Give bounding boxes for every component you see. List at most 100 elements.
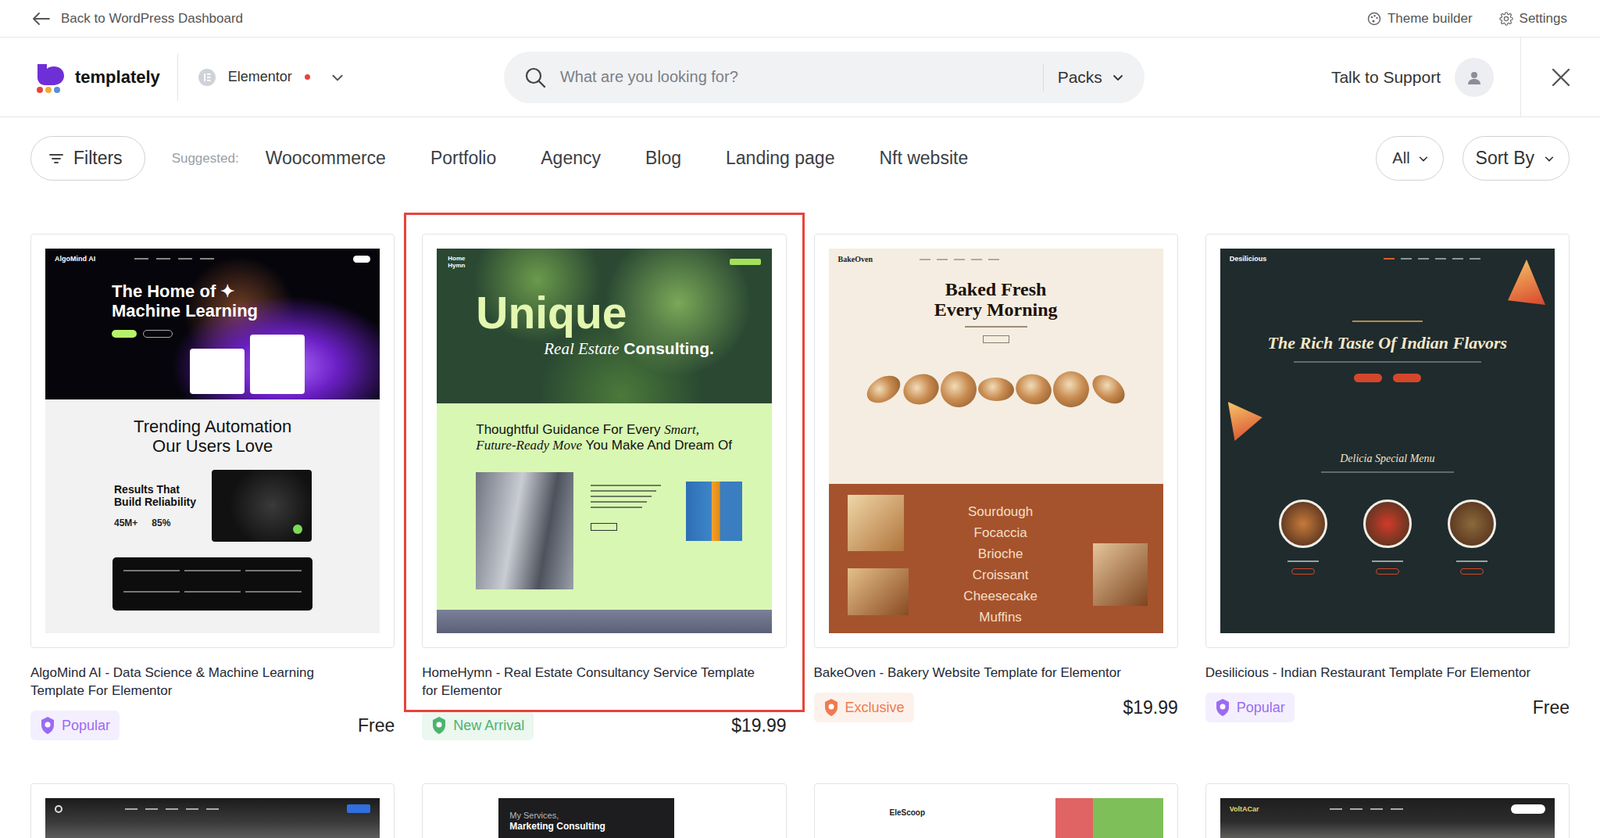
back-link[interactable]: Back to WordPress Dashboard [32,10,243,27]
card-frame: AlgoMind AI The Home of ✦Machine Learning… [30,233,395,700]
user-avatar[interactable] [1454,57,1494,97]
template-badge: Popular [1205,692,1295,722]
brand-logo[interactable]: templately [32,60,161,94]
car-page: VoltACar [1220,797,1555,838]
template-preview[interactable]: Home HymnUniqueReal Estate Consulting.Th… [436,248,772,633]
template-card[interactable]: My Services,Marketing Consulting [421,782,786,838]
top-bar: Back to WordPress Dashboard Theme builder… [0,0,1600,38]
template-card[interactable]: VoltACar [1205,782,1570,838]
close-button[interactable] [1520,37,1600,117]
preview-box[interactable]: AlgoMind AI The Home of ✦Machine Learning… [30,233,395,648]
template-price: $19.99 [1122,696,1178,718]
template-title[interactable]: HomeHymn - Real Estate Consultancy Servi… [421,663,758,700]
close-icon [1550,67,1572,88]
preview-box[interactable]: VoltACar [1205,782,1570,838]
body-part: You Make And Dream Of [582,437,733,453]
template-preview[interactable]: My Services,Marketing Consulting [436,797,772,838]
template-preview[interactable]: DesiliciousThe Rich Taste Of Indian Flav… [1220,248,1555,633]
preview-box[interactable] [30,782,395,838]
template-preview[interactable]: BakeOvenBaked FreshEvery MorningSourdoug… [828,248,1164,633]
template-preview[interactable]: AlgoMind AI The Home of ✦Machine Learning… [45,248,380,633]
site-brand: AlgoMind AI [54,254,96,263]
brand-name[interactable]: templately [75,67,161,88]
menu-item: Focaccia [963,521,1038,543]
body-part: Thoughtful Guidance For Every [475,421,665,437]
type-value[interactable]: All [1392,149,1410,168]
badge-icon [431,715,447,735]
highlight-box [403,212,804,712]
subhead-part: Consulting. [618,339,714,358]
search-scope[interactable]: Packs [1057,67,1103,87]
body-part: Future-Ready Move [475,437,583,453]
search-input[interactable] [558,67,1043,87]
type-select[interactable]: All [1375,135,1443,181]
template-card[interactable] [30,782,395,838]
site-nav: AlgoMind AI [54,254,371,263]
badge-icon [39,715,56,735]
settings-link[interactable]: Settings [1519,10,1568,27]
preview-box[interactable]: DesiliciousThe Rich Taste Of Indian Flav… [1205,233,1570,648]
filters-button[interactable]: Filters [30,135,146,181]
search-bar[interactable]: Packs [503,51,1145,104]
hero-line: Marketing Consulting [509,820,664,832]
card-frame: BakeOvenBaked FreshEvery MorningSourdoug… [814,233,1179,682]
body-part: Smart, [664,421,703,437]
template-card[interactable]: Home HymnUniqueReal Estate Consulting.Th… [421,233,786,740]
site-brand: VoltACar [1229,804,1260,813]
template-card[interactable]: AlgoMind AI The Home of ✦Machine Learning… [30,233,395,740]
preview-box[interactable]: Home HymnUniqueReal Estate Consulting.Th… [421,233,786,648]
feature-section: Trending AutomationOur Users LoveResults… [45,399,380,633]
template-price: Free [357,714,395,736]
event-page [45,797,380,838]
sort-select[interactable]: Sort By [1462,135,1570,181]
filters-label[interactable]: Filters [73,147,123,169]
restaurant-page: DesiliciousThe Rich Taste Of Indian Flav… [1220,248,1555,633]
hero-banner: AlgoMind AI The Home of ✦Machine Learning [45,248,380,400]
template-title[interactable]: AlgoMind AI - Data Science & Machine Lea… [30,663,367,700]
filter-icon [48,152,65,165]
suggested-tag[interactable]: Woocommerce [265,147,386,169]
suggested-tag[interactable]: Nft website [878,147,968,169]
preview-box[interactable]: EleScoop [814,782,1179,838]
template-card[interactable]: DesiliciousThe Rich Taste Of Indian Flav… [1205,233,1570,722]
header-actions: Talk to Support [1331,37,1600,117]
template-card[interactable]: BakeOvenBaked FreshEvery MorningSourdoug… [814,233,1179,722]
section-title: Trending Automation [133,416,292,436]
chevron-down-icon [1543,153,1555,165]
stat-value: 85% [151,517,171,529]
search-divider [1042,63,1044,92]
suggested-tag[interactable]: Blog [645,147,682,169]
suggested-label: Suggested: [171,150,240,167]
builder-name[interactable]: Elementor [228,68,293,86]
chevron-down-icon [1417,153,1429,165]
badge-label: Popular [61,717,111,734]
template-title[interactable]: Desilicious - Indian Restaurant Template… [1205,663,1542,682]
back-label[interactable]: Back to WordPress Dashboard [60,10,243,27]
preview-box[interactable]: My Services,Marketing Consulting [421,782,786,838]
suggested-tag[interactable]: Portfolio [430,147,497,169]
talk-to-support[interactable]: Talk to Support [1331,67,1441,87]
headline-line: Every Morning [934,299,1058,320]
magazine-page: EleScoop [828,797,1164,838]
preview-image [211,469,312,542]
template-card[interactable]: EleScoop [814,782,1179,838]
builder-select[interactable]: Elementor [198,68,345,86]
suggested-tag[interactable]: Agency [540,147,601,169]
card-meta: Exclusive$19.99 [814,692,1179,722]
template-preview[interactable]: EleScoop [828,797,1164,838]
badge-icon [1214,697,1231,717]
suggested-tag[interactable]: Landing page [725,147,835,169]
hero-headline: The Home of ✦Machine Learning [111,281,371,321]
template-price: $19.99 [731,714,786,736]
sort-value[interactable]: Sort By [1475,147,1535,169]
search-scope-select[interactable]: Packs [1043,67,1125,87]
theme-builder-link[interactable]: Theme builder [1387,10,1473,27]
header-divider [177,53,179,101]
hero-headline: Unique [475,289,761,336]
card-meta: New Arrival$19.99 [421,710,786,740]
template-preview[interactable]: VoltACar [1220,797,1555,838]
template-preview[interactable] [45,797,380,838]
preview-box[interactable]: BakeOvenBaked FreshEvery MorningSourdoug… [814,233,1179,648]
card-frame: Home HymnUniqueReal Estate Consulting.Th… [421,233,786,700]
template-title[interactable]: BakeOven - Bakery Website Template for E… [814,663,1150,682]
